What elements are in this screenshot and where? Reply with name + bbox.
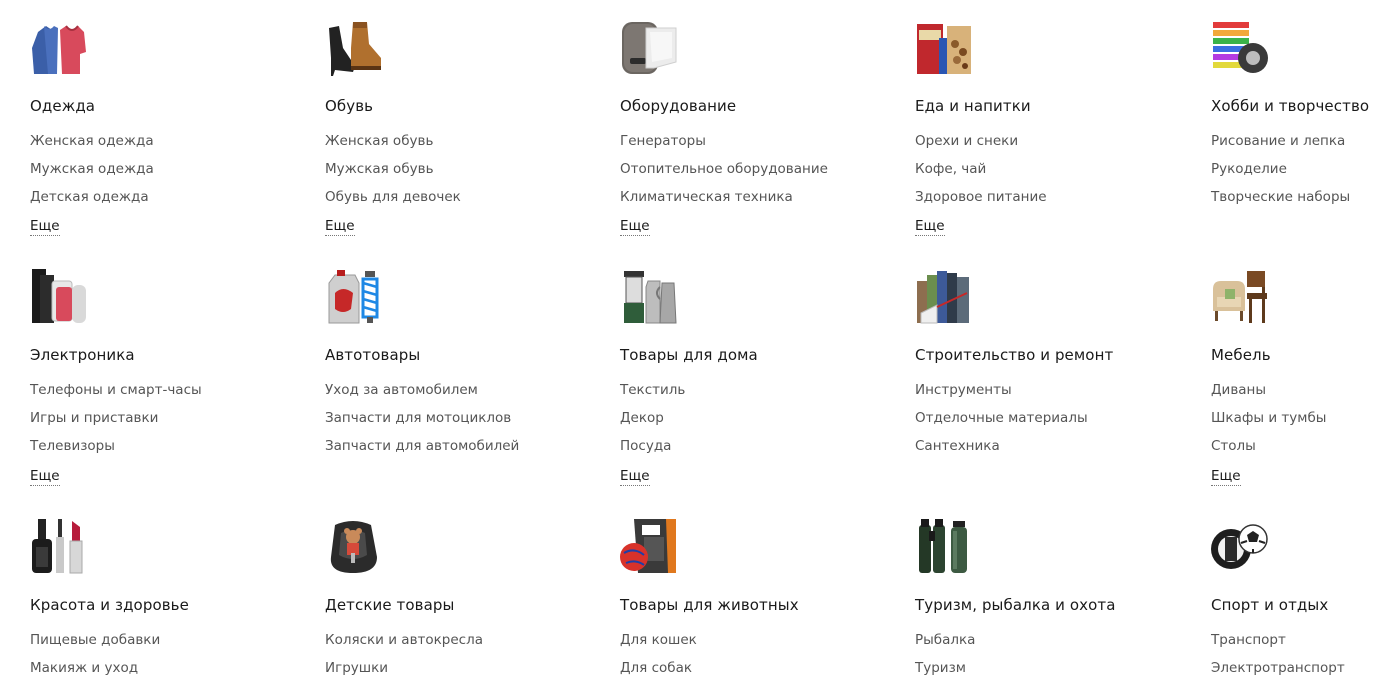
category-title[interactable]: Туризм, рыбалка и охота [915, 596, 1116, 614]
category-link[interactable]: Климатическая техника [620, 187, 828, 215]
category-link[interactable]: Обувь для девочек [325, 187, 461, 215]
child-car-seat-icon[interactable] [325, 517, 383, 575]
category-link[interactable]: Здоровое питание [915, 187, 1047, 215]
more-link[interactable]: Еще [30, 217, 60, 236]
category-links: Коляски и автокресла Игрушки [325, 630, 483, 686]
food-icon[interactable] [915, 18, 973, 76]
wallpaper-rolls-icon[interactable] [915, 267, 973, 325]
category-link[interactable]: Для собак [620, 658, 697, 686]
category-link[interactable]: Мужская одежда [30, 159, 154, 187]
category-links: Диваны Шкафы и тумбы Столы [1211, 380, 1326, 464]
category-link[interactable]: Женская одежда [30, 131, 154, 159]
category-grid: Одежда Женская одежда Мужская одежда Дет… [0, 0, 1378, 676]
category-link[interactable]: Пищевые добавки [30, 630, 160, 658]
more-link[interactable]: Еще [620, 217, 650, 236]
pet-food-icon[interactable] [620, 517, 678, 575]
category-link[interactable]: Детская одежда [30, 187, 154, 215]
category-links: Инструменты Отделочные материалы Сантехн… [915, 380, 1088, 464]
electronics-icon[interactable] [30, 267, 88, 325]
category-link[interactable]: Отопительное оборудование [620, 159, 828, 187]
category-link[interactable]: Запчасти для мотоциклов [325, 408, 519, 436]
category-links: Генераторы Отопительное оборудование Кли… [620, 131, 828, 215]
more-link[interactable]: Еще [915, 217, 945, 236]
category-title[interactable]: Одежда [30, 97, 95, 115]
category-link[interactable]: Орехи и снеки [915, 131, 1047, 159]
category-link[interactable]: Текстиль [620, 380, 685, 408]
category-title[interactable]: Еда и напитки [915, 97, 1031, 115]
category-link[interactable]: Рукоделие [1211, 159, 1350, 187]
category-link[interactable]: Туризм [915, 658, 975, 686]
home-goods-icon[interactable] [620, 267, 678, 325]
shoes-icon[interactable] [325, 18, 383, 76]
category-link[interactable]: Телефоны и смарт-часы [30, 380, 202, 408]
category-links: Транспорт Электротранспорт [1211, 630, 1345, 686]
category-link[interactable]: Мужская обувь [325, 159, 461, 187]
more-link[interactable]: Еще [30, 467, 60, 486]
category-link[interactable]: Запчасти для автомобилей [325, 436, 519, 464]
category-link[interactable]: Игры и приставки [30, 408, 202, 436]
category-title[interactable]: Обувь [325, 97, 373, 115]
binoculars-icon[interactable] [915, 517, 973, 575]
category-title[interactable]: Автотовары [325, 346, 420, 364]
category-links: Рыбалка Туризм [915, 630, 975, 686]
category-links: Уход за автомобилем Запчасти для мотоцик… [325, 380, 519, 464]
category-link[interactable]: Транспорт [1211, 630, 1345, 658]
category-title[interactable]: Красота и здоровье [30, 596, 189, 614]
category-link[interactable]: Отделочные материалы [915, 408, 1088, 436]
category-title[interactable]: Спорт и отдых [1211, 596, 1328, 614]
category-link[interactable]: Женская обувь [325, 131, 461, 159]
category-link[interactable]: Уход за автомобилем [325, 380, 519, 408]
more-link[interactable]: Еще [325, 217, 355, 236]
category-links: Телефоны и смарт-часы Игры и приставки Т… [30, 380, 202, 464]
category-link[interactable]: Для кошек [620, 630, 697, 658]
category-link[interactable]: Кофе, чай [915, 159, 1047, 187]
category-links: Пищевые добавки Макияж и уход [30, 630, 160, 686]
category-link[interactable]: Коляски и автокресла [325, 630, 483, 658]
category-link[interactable]: Рисование и лепка [1211, 131, 1350, 159]
monowheel-icon[interactable] [1211, 517, 1269, 575]
category-links: Орехи и снеки Кофе, чай Здоровое питание [915, 131, 1047, 215]
category-links: Рисование и лепка Рукоделие Творческие н… [1211, 131, 1350, 215]
category-link[interactable]: Декор [620, 408, 685, 436]
category-link[interactable]: Генераторы [620, 131, 828, 159]
category-links: Женская обувь Мужская обувь Обувь для де… [325, 131, 461, 215]
category-title[interactable]: Мебель [1211, 346, 1271, 364]
more-link[interactable]: Еще [1211, 467, 1241, 486]
category-link[interactable]: Посуда [620, 436, 685, 464]
category-title[interactable]: Хобби и творчество [1211, 97, 1369, 115]
category-link[interactable]: Электротранспорт [1211, 658, 1345, 686]
water-heater-icon[interactable] [620, 18, 678, 76]
category-link[interactable]: Макияж и уход [30, 658, 160, 686]
category-title[interactable]: Товары для животных [620, 596, 799, 614]
category-title[interactable]: Оборудование [620, 97, 736, 115]
category-title[interactable]: Электроника [30, 346, 135, 364]
category-title[interactable]: Детские товары [325, 596, 454, 614]
hobby-icon[interactable] [1211, 18, 1269, 76]
clothing-icon[interactable] [30, 18, 88, 76]
category-link[interactable]: Телевизоры [30, 436, 202, 464]
more-link[interactable]: Еще [620, 467, 650, 486]
cosmetics-icon[interactable] [30, 517, 88, 575]
category-links: Для кошек Для собак [620, 630, 697, 686]
category-title[interactable]: Строительство и ремонт [915, 346, 1113, 364]
category-link[interactable]: Столы [1211, 436, 1326, 464]
category-link[interactable]: Творческие наборы [1211, 187, 1350, 215]
category-link[interactable]: Сантехника [915, 436, 1088, 464]
category-link[interactable]: Инструменты [915, 380, 1088, 408]
category-link[interactable]: Шкафы и тумбы [1211, 408, 1326, 436]
category-title[interactable]: Товары для дома [620, 346, 758, 364]
category-links: Текстиль Декор Посуда [620, 380, 685, 464]
category-links: Женская одежда Мужская одежда Детская од… [30, 131, 154, 215]
category-link[interactable]: Игрушки [325, 658, 483, 686]
category-link[interactable]: Диваны [1211, 380, 1326, 408]
furniture-icon[interactable] [1211, 267, 1269, 325]
auto-parts-icon[interactable] [325, 267, 383, 325]
category-link[interactable]: Рыбалка [915, 630, 975, 658]
